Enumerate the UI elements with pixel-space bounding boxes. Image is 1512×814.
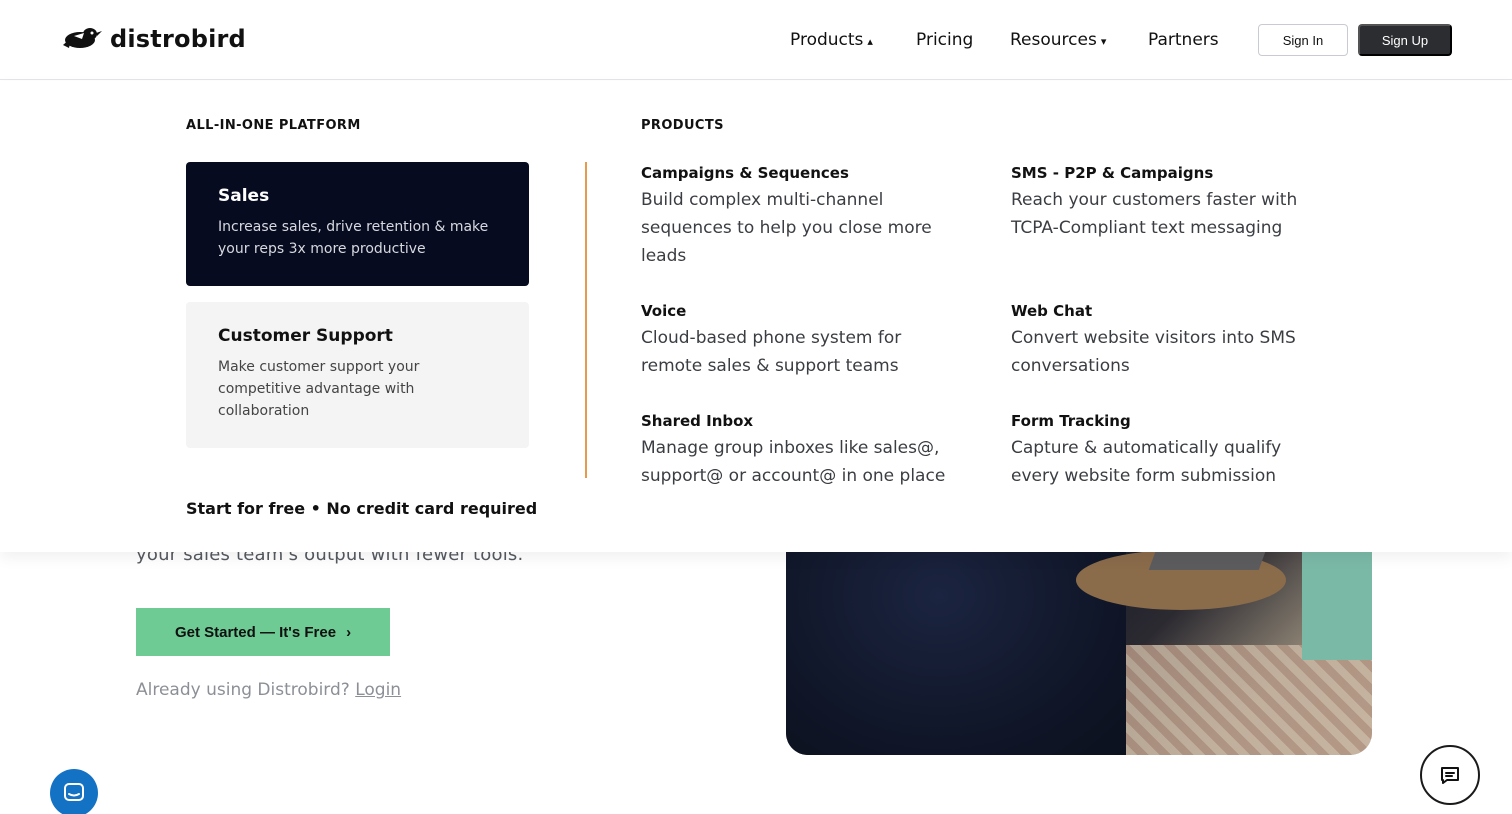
message-icon xyxy=(1441,767,1459,784)
get-started-button[interactable]: Get Started — It's Free › xyxy=(136,608,390,656)
get-started-label: Get Started — It's Free xyxy=(174,623,337,641)
bird-logo-icon xyxy=(63,28,102,48)
nav-resources[interactable]: Resources ▾ xyxy=(1010,30,1106,50)
sales-card[interactable]: Sales Increase sales, drive retention & … xyxy=(186,162,529,286)
already-using-text: Already using Distrobird? Login xyxy=(136,680,401,700)
intercom-launcher[interactable] xyxy=(50,769,98,814)
chat-widget-button[interactable] xyxy=(1420,745,1480,805)
nav-pricing[interactable]: Pricing xyxy=(916,30,973,50)
site-header: distrobird Products ▴ Pricing Resources ▾ … xyxy=(0,0,1512,80)
login-link[interactable]: Login xyxy=(355,680,401,700)
product-web-chat[interactable]: Web Chat Convert website visitors into S… xyxy=(1011,302,1331,380)
menu-divider xyxy=(585,162,587,478)
product-desc: Manage group inboxes like sales@, suppor… xyxy=(641,438,946,486)
product-form-tracking[interactable]: Form Tracking Capture & automatically qu… xyxy=(1011,412,1331,490)
product-desc: Capture & automatically qualify every we… xyxy=(1011,438,1282,486)
product-desc: Convert website visitors into SMS conver… xyxy=(1011,328,1296,376)
nav-partners[interactable]: Partners xyxy=(1148,30,1219,50)
logo-text: distrobird xyxy=(110,25,246,53)
nav-products[interactable]: Products ▴ xyxy=(790,30,873,50)
product-title: Campaigns & Sequences xyxy=(641,164,849,182)
products-heading: PRODUCTS xyxy=(641,118,724,133)
chat-bubble-icon xyxy=(64,783,84,801)
chevron-right-icon: › xyxy=(346,623,352,641)
chevron-down-icon: ▾ xyxy=(1100,35,1107,48)
product-sms-p2p-campaigns[interactable]: SMS - P2P & Campaigns Reach your custome… xyxy=(1011,164,1331,242)
product-title: Shared Inbox xyxy=(641,412,754,430)
product-desc: Reach your customers faster with TCPA-Co… xyxy=(1011,190,1298,238)
chevron-up-icon: ▴ xyxy=(867,35,873,48)
nav-pricing-label: Pricing xyxy=(916,30,974,50)
product-shared-inbox[interactable]: Shared Inbox Manage group inboxes like s… xyxy=(641,412,961,490)
sign-in-button[interactable]: Sign In xyxy=(1258,24,1348,56)
products-mega-menu: ALL-IN-ONE PLATFORM Sales Increase sales… xyxy=(0,81,1512,552)
photo-floor xyxy=(1126,645,1372,755)
already-using-label: Already using Distrobird? xyxy=(136,680,350,700)
nav-products-label: Products xyxy=(790,30,864,50)
customer-support-card-title: Customer Support xyxy=(218,326,393,346)
sales-card-desc: Increase sales, drive retention & make y… xyxy=(218,219,489,257)
customer-support-card[interactable]: Customer Support Make customer support y… xyxy=(186,302,529,448)
product-title: Form Tracking xyxy=(1011,412,1131,430)
logo[interactable]: distrobird xyxy=(60,24,246,54)
nav-resources-label: Resources xyxy=(1010,30,1097,50)
product-desc: Build complex multi-channel sequences to… xyxy=(641,190,932,266)
customer-support-card-desc: Make customer support your competitive a… xyxy=(218,359,420,419)
sales-card-title: Sales xyxy=(218,186,270,206)
nav-partners-label: Partners xyxy=(1148,30,1219,50)
product-campaigns-sequences[interactable]: Campaigns & Sequences Build complex mult… xyxy=(641,164,961,270)
start-free-text: Start for free • No credit card required xyxy=(186,499,538,518)
product-desc: Cloud-based phone system for remote sale… xyxy=(641,328,902,376)
product-title: Voice xyxy=(641,302,687,320)
product-title: Web Chat xyxy=(1011,302,1093,320)
product-voice[interactable]: Voice Cloud-based phone system for remot… xyxy=(641,302,961,380)
platform-heading: ALL-IN-ONE PLATFORM xyxy=(186,118,361,133)
product-title: SMS - P2P & Campaigns xyxy=(1011,164,1214,182)
sign-up-button[interactable]: Sign Up xyxy=(1358,24,1452,56)
